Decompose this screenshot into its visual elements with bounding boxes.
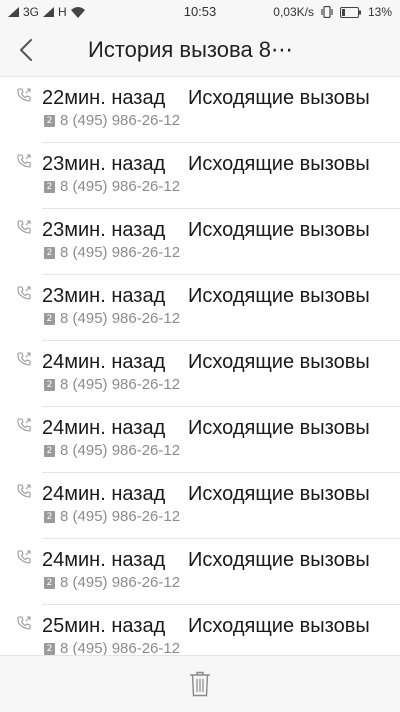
sim-2-icon: 2	[44, 247, 55, 259]
bottom-action-bar	[0, 655, 400, 712]
sim-2-icon: 2	[44, 313, 55, 325]
call-type: Исходящие вызовы	[188, 483, 370, 505]
call-number: 8 (495) 986-26-12	[60, 310, 181, 327]
back-arrow-icon	[20, 39, 32, 61]
call-time: 24мин. назад	[42, 417, 166, 439]
sim-2-icon: 2	[44, 577, 55, 589]
call-time: 23мин. назад	[42, 285, 166, 307]
status-right: 0,03K/s 13%	[273, 5, 392, 19]
sim-2-icon: 2	[44, 643, 55, 655]
outgoing-call-icon	[17, 220, 31, 234]
call-number: 8 (495) 986-26-12	[60, 442, 181, 459]
call-history-list: 22мин. назад Исходящие вызовы 2 8 (495) …	[0, 77, 400, 671]
call-type: Исходящие вызовы	[188, 153, 370, 175]
call-row[interactable]: 24мин. назад Исходящие вызовы 2 8 (495) …	[0, 539, 400, 605]
call-time: 24мин. назад	[42, 483, 166, 505]
call-time: 25мин. назад	[42, 615, 166, 637]
call-type: Исходящие вызовы	[188, 615, 370, 637]
call-row[interactable]: 23мин. назад Исходящие вызовы 2 8 (495) …	[0, 275, 400, 341]
outgoing-call-icon	[17, 418, 31, 432]
call-time: 24мин. назад	[42, 549, 166, 571]
call-type: Исходящие вызовы	[188, 285, 370, 307]
call-time: 24мин. назад	[42, 351, 166, 373]
call-row[interactable]: 23мин. назад Исходящие вызовы 2 8 (495) …	[0, 143, 400, 209]
call-type: Исходящие вызовы	[188, 417, 370, 439]
call-number: 8 (495) 986-26-12	[60, 244, 181, 261]
call-type: Исходящие вызовы	[188, 549, 370, 571]
call-row[interactable]: 22мин. назад Исходящие вызовы 2 8 (495) …	[0, 77, 400, 143]
call-type: Исходящие вызовы	[188, 87, 370, 109]
call-time: 23мин. назад	[42, 153, 166, 175]
sim-2-icon: 2	[44, 379, 55, 391]
delete-button[interactable]	[186, 670, 214, 698]
outgoing-call-icon	[17, 88, 31, 102]
sim-2-icon: 2	[44, 445, 55, 457]
outgoing-call-icon	[17, 286, 31, 300]
call-number: 8 (495) 986-26-12	[60, 178, 181, 195]
call-type: Исходящие вызовы	[188, 351, 370, 373]
battery-level: 13%	[367, 5, 392, 19]
page-title: История вызова 8⋯	[88, 37, 294, 62]
outgoing-call-icon	[17, 616, 31, 630]
call-number: 8 (495) 986-26-12	[60, 508, 181, 525]
sim-2-icon: 2	[44, 115, 55, 127]
call-row[interactable]: 23мин. назад Исходящие вызовы 2 8 (495) …	[0, 209, 400, 275]
call-number: 8 (495) 986-26-12	[60, 376, 181, 393]
outgoing-call-icon	[17, 550, 31, 564]
outgoing-call-icon	[17, 484, 31, 498]
network-speed: 0,03K/s	[273, 5, 314, 19]
sim-2-icon: 2	[44, 181, 55, 193]
back-button[interactable]	[10, 34, 42, 66]
call-row[interactable]: 24мин. назад Исходящие вызовы 2 8 (495) …	[0, 473, 400, 539]
app-bar: История вызова 8⋯	[0, 24, 400, 77]
call-type: Исходящие вызовы	[188, 219, 370, 241]
outgoing-call-icon	[17, 352, 31, 366]
battery-icon	[339, 6, 361, 18]
call-number: 8 (495) 986-26-12	[60, 574, 181, 591]
vibrate-icon	[321, 6, 333, 18]
outgoing-call-icon	[17, 154, 31, 168]
call-time: 23мин. назад	[42, 219, 166, 241]
call-row[interactable]: 24мин. назад Исходящие вызовы 2 8 (495) …	[0, 407, 400, 473]
call-time: 22мин. назад	[42, 87, 166, 109]
trash-icon	[190, 671, 210, 697]
call-number: 8 (495) 986-26-12	[60, 112, 181, 129]
status-bar: 3G H 10:53 0,03K/s 13%	[0, 0, 400, 24]
call-row[interactable]: 24мин. назад Исходящие вызовы 2 8 (495) …	[0, 341, 400, 407]
sim-2-icon: 2	[44, 511, 55, 523]
